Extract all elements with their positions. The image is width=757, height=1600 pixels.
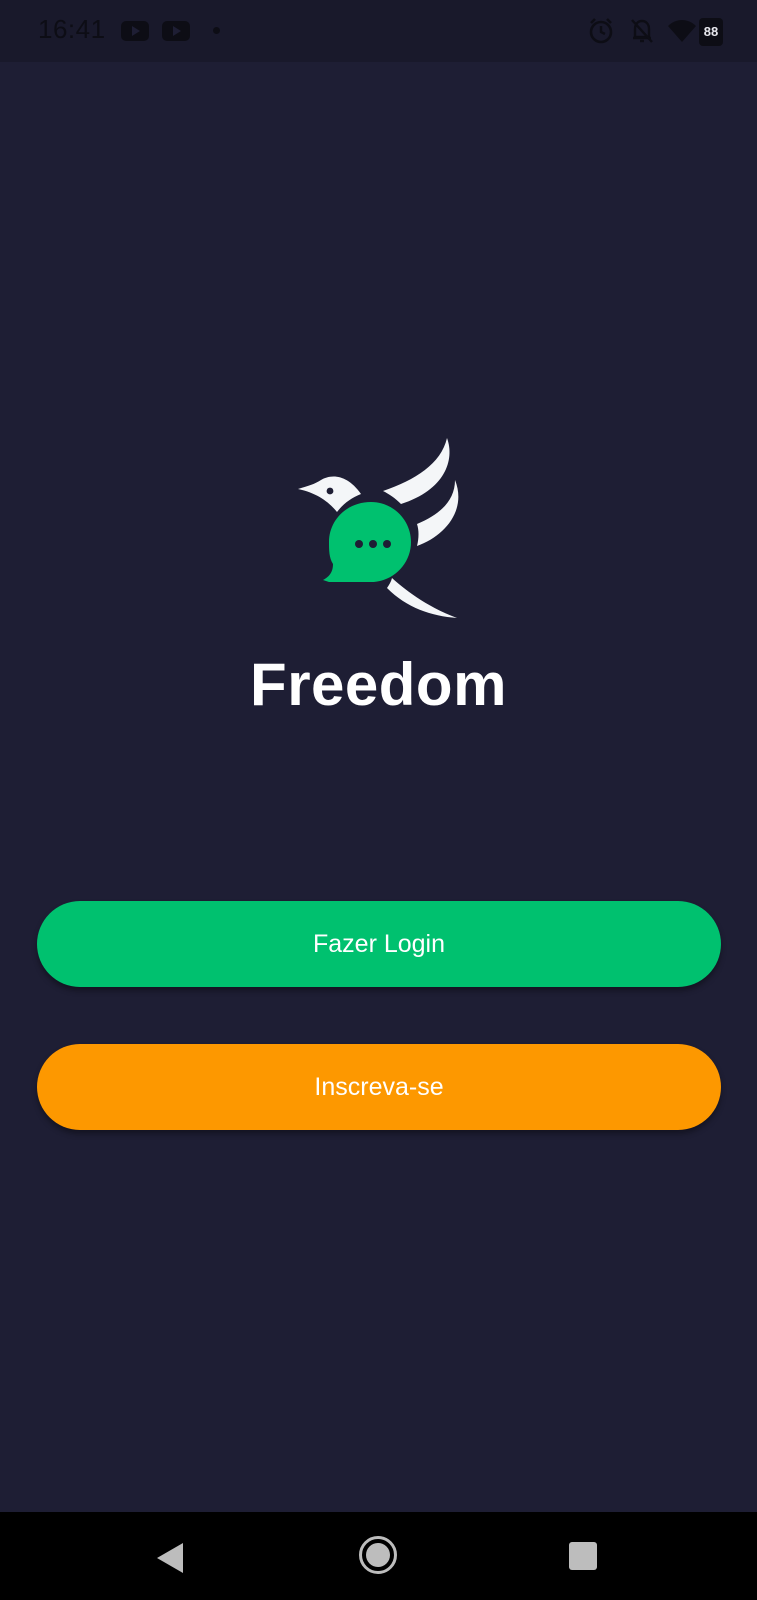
battery-icon: 88 — [699, 18, 723, 46]
login-button-label: Fazer Login — [312, 929, 446, 958]
status-time: 16:41 — [38, 14, 106, 44]
status-bar: 16:41 88 — [0, 0, 757, 62]
app-logo — [298, 438, 459, 618]
login-button[interactable]: Fazer Login — [37, 901, 721, 987]
signup-button-label: Inscreva-se — [314, 1072, 444, 1101]
welcome-screen: 16:41 88 Freedom Fazer Login Inscreva-se — [0, 0, 757, 1600]
signup-button[interactable]: Inscreva-se — [37, 1044, 721, 1130]
recents-icon[interactable] — [569, 1542, 597, 1570]
wifi-icon — [668, 20, 696, 42]
app-title: Freedom — [250, 651, 507, 718]
alarm-icon — [589, 18, 613, 44]
back-icon[interactable] — [157, 1543, 183, 1573]
notification-dot-icon — [213, 27, 220, 34]
notifications-off-icon — [631, 19, 653, 43]
youtube-icon — [121, 21, 149, 41]
youtube-icon — [162, 21, 190, 41]
navigation-bar — [0, 1512, 757, 1600]
home-icon[interactable] — [358, 1535, 398, 1575]
